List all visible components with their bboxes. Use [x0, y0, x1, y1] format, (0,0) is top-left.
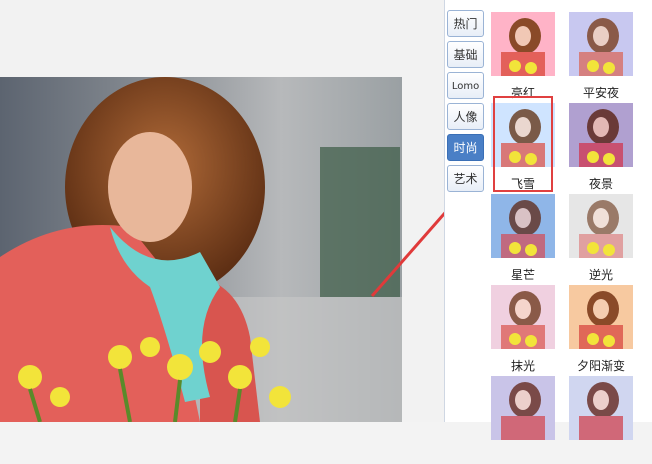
filter-thumbnail [569, 376, 633, 440]
filter-label: 逆光 [588, 268, 613, 282]
filter-item[interactable]: 逆光 [569, 194, 635, 282]
selection-highlight [493, 96, 553, 192]
filter-item[interactable]: 夜景 [569, 103, 635, 191]
filter-item[interactable]: 亮红 [491, 12, 557, 100]
image-canvas [0, 0, 444, 422]
filter-item[interactable]: 抹光 [491, 285, 557, 373]
filter-label: 夕阳渐变 [576, 359, 625, 373]
filter-label: 夜景 [588, 177, 613, 191]
tab-fashion[interactable]: 时尚 [447, 134, 484, 161]
tab-portrait[interactable]: 人像 [447, 103, 484, 130]
filter-item[interactable] [491, 376, 557, 464]
filter-item[interactable] [569, 376, 635, 464]
filter-thumbnail [491, 194, 555, 258]
tab-basic[interactable]: 基础 [447, 41, 484, 68]
filter-thumbnail [569, 12, 633, 76]
filter-item[interactable]: 平安夜 [569, 12, 635, 100]
filter-item[interactable]: 星芒 [491, 194, 557, 282]
tab-hot[interactable]: 热门 [447, 10, 484, 37]
filter-thumbnail [491, 376, 555, 440]
filter-thumbnail [569, 194, 633, 258]
filter-thumbnail [569, 285, 633, 349]
filter-label: 抹光 [510, 359, 535, 373]
filter-thumbnail [491, 12, 555, 76]
filter-panel: 热门 基础 Lomo 人像 时尚 艺术 亮红 平安夜 飞雪 夜景 星芒 逆光 抹… [444, 0, 652, 440]
filter-item[interactable]: 夕阳渐变 [569, 285, 635, 373]
filter-thumbnail [569, 103, 633, 167]
filter-label: 平安夜 [582, 86, 619, 100]
filter-thumbnail [491, 285, 555, 349]
main-photo [0, 77, 402, 422]
tab-art[interactable]: 艺术 [447, 165, 484, 192]
tab-lomo[interactable]: Lomo [447, 72, 484, 99]
filter-label: 星芒 [510, 268, 535, 282]
